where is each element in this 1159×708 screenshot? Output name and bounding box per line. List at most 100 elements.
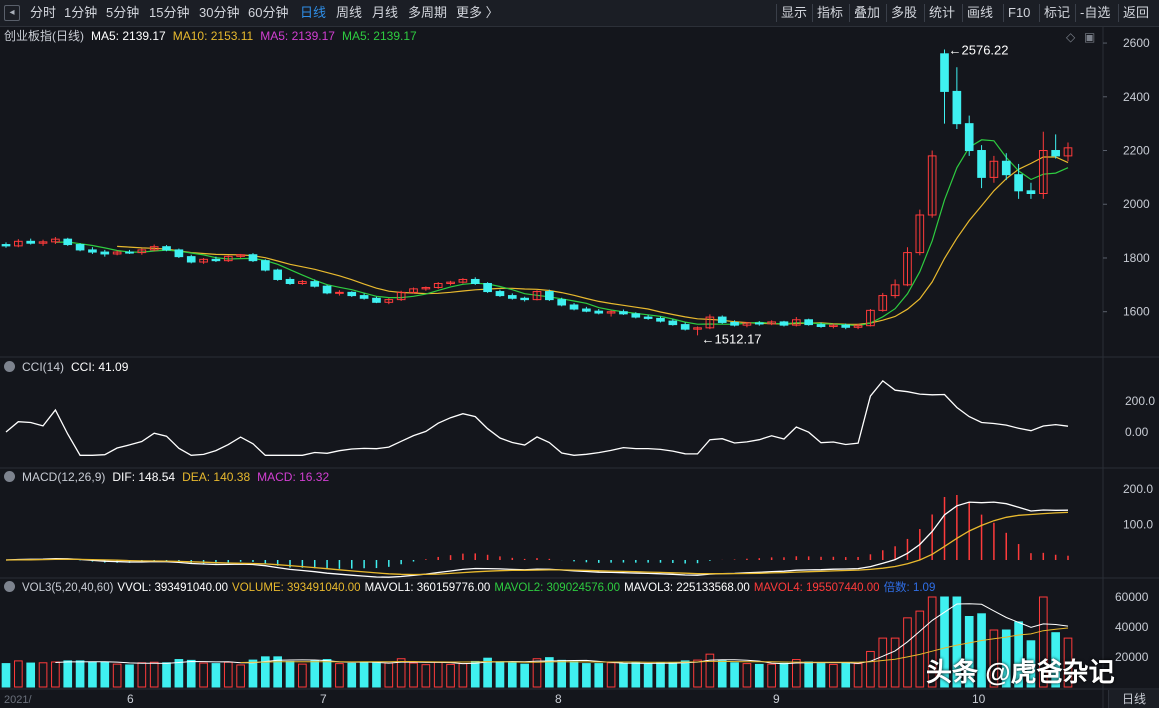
candle-body xyxy=(63,238,73,246)
volume-bar xyxy=(211,663,221,688)
tool-button-9[interactable]: 返回 xyxy=(1123,5,1149,21)
candle-body xyxy=(88,249,97,253)
tab-period-1[interactable]: 1分钟 xyxy=(64,5,97,21)
tool-button-4[interactable]: 统计 xyxy=(929,5,955,21)
candle-body xyxy=(730,321,739,326)
candle-body xyxy=(335,291,344,294)
candle-body xyxy=(470,278,480,284)
price-tick-label: 2600 xyxy=(1123,36,1150,50)
candle-body xyxy=(680,324,690,330)
candle-body xyxy=(816,324,826,327)
volume-bar xyxy=(421,664,431,688)
volume-bar xyxy=(372,662,381,688)
candle-body xyxy=(668,320,678,326)
volume-bar xyxy=(322,659,332,688)
candle-body xyxy=(1051,150,1060,157)
candle-body xyxy=(100,251,110,255)
tool-button-0[interactable]: 显示 xyxy=(781,5,807,21)
volume-bar xyxy=(594,663,604,688)
x-axis-label: 6 xyxy=(127,692,134,706)
price-tick-label: 1800 xyxy=(1123,251,1150,265)
toolbar-divider xyxy=(849,4,850,22)
tab-period-5[interactable]: 60分钟 xyxy=(248,5,288,21)
tab-period-2[interactable]: 5分钟 xyxy=(106,5,139,21)
tab-period-6[interactable]: 日线 xyxy=(300,5,326,21)
volume-bar xyxy=(285,660,295,688)
candle-body xyxy=(260,260,270,271)
x-axis-label: 10 xyxy=(972,692,986,706)
tool-button-3[interactable]: 多股 xyxy=(891,5,917,21)
macd-tick-label: 200.0 xyxy=(1123,482,1153,496)
candle-body xyxy=(273,269,283,280)
tab-period-0[interactable]: 分时 xyxy=(30,5,56,21)
volume-bar xyxy=(63,660,73,688)
tool-button-1[interactable]: 指标 xyxy=(817,5,843,21)
x-axis-label: 7 xyxy=(320,692,327,706)
volume-bar xyxy=(680,660,690,688)
dif-line xyxy=(5,501,1069,578)
volume-bar xyxy=(532,658,542,688)
period-toolbar: ◂ 分时 1分钟 5分钟 15分钟 30分钟 60分钟 日线 周线 月线 多周期 更多 〉 显示 指标… xyxy=(0,0,1159,27)
volume-bar xyxy=(606,662,616,688)
toolbar-divider xyxy=(924,4,925,22)
candle-body xyxy=(520,297,529,301)
candle-body xyxy=(779,321,789,326)
volume-bar xyxy=(717,660,727,688)
toolbar-divider xyxy=(962,4,963,22)
stock-chart[interactable]: 2600 2400 2200 2000 1800 1600 ←2576.22 ←1512.17… xyxy=(0,27,1159,708)
tab-period-7[interactable]: 周线 xyxy=(336,5,362,21)
cci-line xyxy=(5,380,1069,456)
candle-body xyxy=(940,53,949,92)
volume-bar xyxy=(26,662,36,688)
volume-bar xyxy=(88,661,97,688)
candle-body xyxy=(952,90,962,125)
candle-body xyxy=(569,304,579,310)
candle-body xyxy=(594,310,604,314)
volume-bar xyxy=(816,663,826,688)
candle-body xyxy=(1001,160,1011,176)
candle-body xyxy=(186,256,196,263)
volume-bar xyxy=(186,659,196,688)
tool-button-8[interactable]: -自选 xyxy=(1080,5,1110,21)
x-axis-first-label: 2021/ xyxy=(4,694,32,706)
watermark: 头条 @虎爸杂记 xyxy=(926,657,1115,687)
back-icon[interactable]: ◂ xyxy=(4,5,20,21)
tool-button-2[interactable]: 叠加 xyxy=(854,5,880,21)
toolbar-divider xyxy=(1039,4,1040,22)
candle-body xyxy=(717,316,727,323)
volume-bar xyxy=(298,663,307,688)
volume-bar xyxy=(162,662,171,688)
tool-button-6[interactable]: F10 xyxy=(1008,5,1030,21)
volume-bar xyxy=(14,660,23,688)
tab-period-3[interactable]: 15分钟 xyxy=(149,5,189,21)
tab-period-10[interactable]: 更多 〉 xyxy=(456,5,499,21)
vol-tick-label: 20000 xyxy=(1115,650,1149,664)
toolbar-divider xyxy=(812,4,813,22)
volume-bar xyxy=(841,662,851,688)
candle-body xyxy=(285,278,295,284)
volume-bar xyxy=(495,661,505,688)
tool-button-7[interactable]: 标记 xyxy=(1044,5,1070,21)
volume-bar xyxy=(174,659,184,688)
toolbar-divider xyxy=(886,4,887,22)
volume-bar xyxy=(829,663,838,688)
price-tick-label: 1600 xyxy=(1123,305,1150,319)
volume-bar xyxy=(409,662,418,688)
volume-bar xyxy=(125,664,134,688)
candle-body xyxy=(754,322,764,325)
volume-bar xyxy=(853,663,863,688)
volume-bar xyxy=(520,663,529,688)
volume-bar xyxy=(433,661,443,688)
volume-bar xyxy=(668,662,678,688)
tab-period-4[interactable]: 30分钟 xyxy=(199,5,239,21)
tab-period-8[interactable]: 月线 xyxy=(372,5,398,21)
candle-body xyxy=(495,291,505,297)
volume-bar xyxy=(705,653,715,688)
candle-body xyxy=(545,291,554,301)
candle-body xyxy=(26,240,36,244)
volume-bar xyxy=(693,659,702,688)
tab-period-9[interactable]: 多周期 xyxy=(408,5,447,21)
volume-bar xyxy=(38,662,48,688)
tool-button-5[interactable]: 画线 xyxy=(967,5,993,21)
volume-bar xyxy=(384,662,394,688)
